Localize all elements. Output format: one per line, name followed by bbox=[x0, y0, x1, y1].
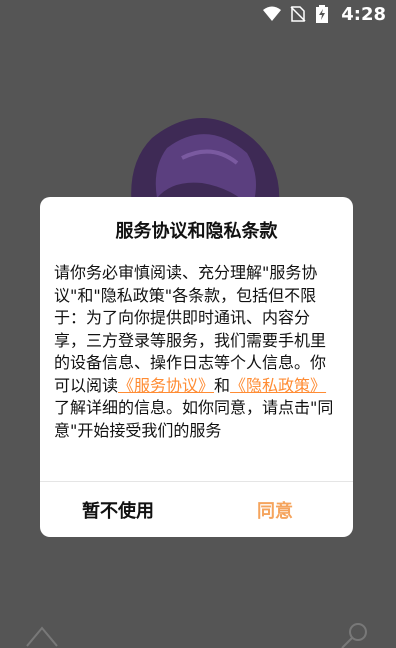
body-and: 和 bbox=[214, 375, 231, 395]
status-time: 4:28 bbox=[341, 3, 386, 25]
wifi-icon bbox=[263, 5, 282, 23]
service-agreement-link[interactable]: 《服务协议》 bbox=[118, 376, 214, 395]
battery-charging-icon bbox=[315, 5, 333, 23]
privacy-policy-link[interactable]: 《隐私政策》 bbox=[230, 376, 326, 395]
decline-button[interactable]: 暂不使用 bbox=[40, 482, 196, 537]
no-sim-icon bbox=[289, 5, 307, 23]
privacy-dialog: 服务协议和隐私条款 请你务必审慎阅读、充分理解"服务协议"和"隐私政策"各条款，… bbox=[40, 197, 353, 537]
search-icon bbox=[341, 623, 367, 648]
dialog-title: 服务协议和隐私条款 bbox=[115, 220, 278, 242]
body-text-2: 了解详细的信息。如你同意，请点击"同意"开始接受我们的服务 bbox=[54, 398, 334, 440]
home-icon bbox=[26, 626, 58, 647]
dialog-body: 请你务必审慎阅读、充分理解"服务协议"和"隐私政策"各条款，包括但不限于：为了向… bbox=[54, 262, 339, 442]
status-bar: 4:28 bbox=[0, 0, 396, 28]
agree-button[interactable]: 同意 bbox=[197, 482, 353, 537]
